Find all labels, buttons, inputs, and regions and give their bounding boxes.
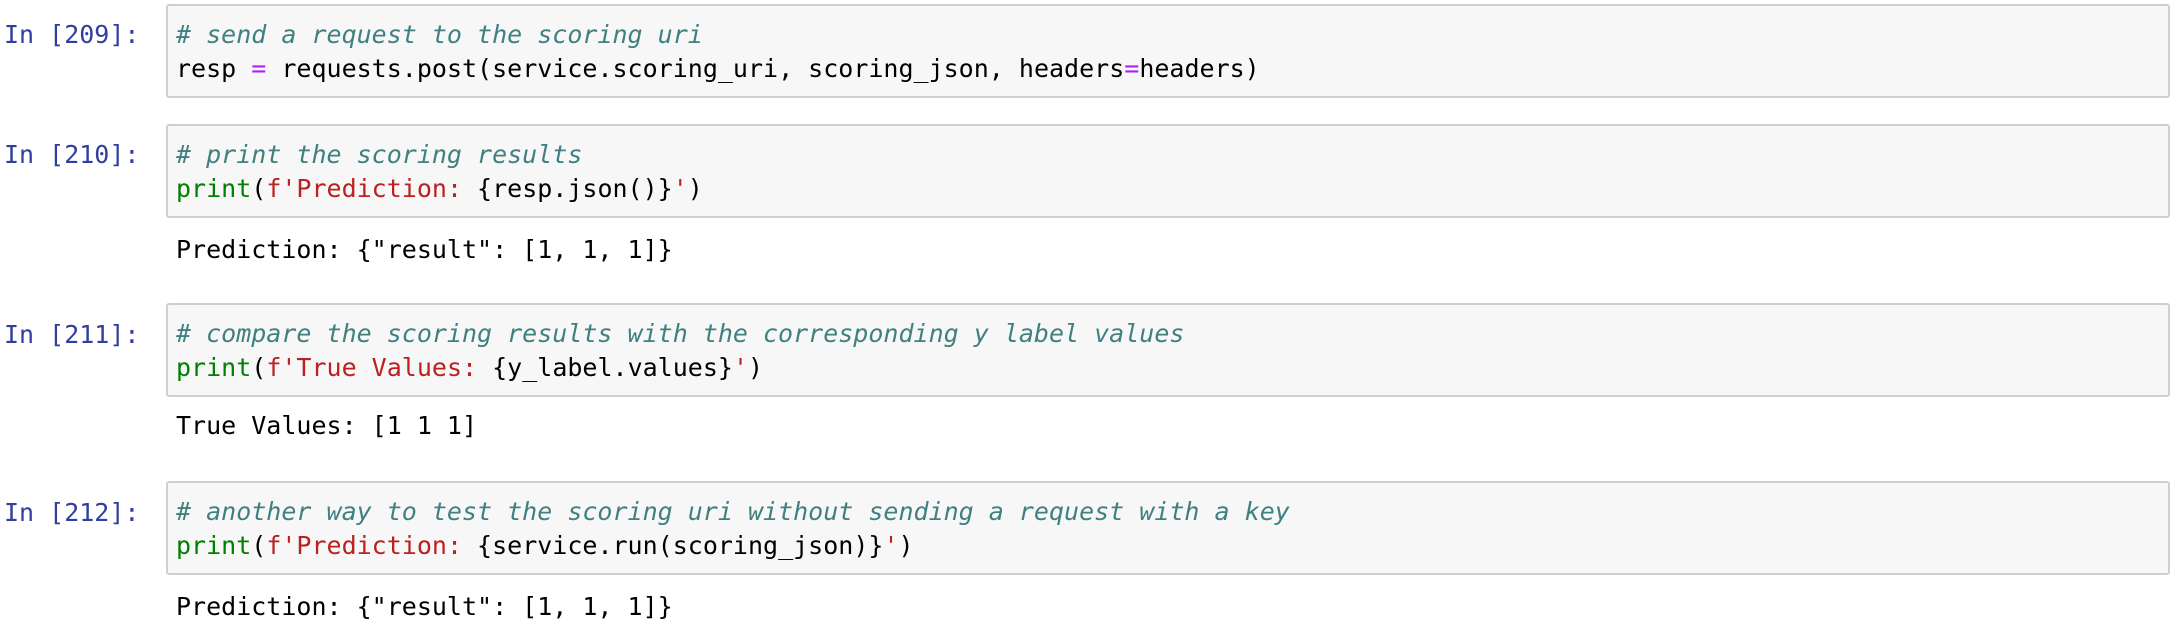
cell-output: Prediction: {"result": [1, 1, 1]}	[176, 592, 673, 621]
builtin-function: print	[176, 174, 252, 203]
code-input-area[interactable]: # print the scoring results print(f'Pred…	[166, 124, 2170, 218]
builtin-function: print	[176, 353, 252, 382]
code-comment: # print the scoring results	[176, 140, 583, 169]
code-input-area[interactable]: # compare the scoring results with the c…	[166, 303, 2170, 397]
code-line: # compare the scoring results with the c…	[176, 317, 2168, 351]
input-prompt: In [212]:	[4, 498, 140, 527]
builtin-function: print	[176, 531, 252, 560]
code-comment: # send a request to the scoring uri	[176, 20, 703, 49]
code-text: )	[687, 174, 703, 203]
input-prompt: In [211]:	[4, 320, 140, 349]
code-text: requests.post(service.scoring_uri, scori…	[266, 54, 1125, 83]
code-operator: =	[251, 54, 267, 83]
code-operator: =	[1124, 54, 1140, 83]
string-literal: '	[672, 174, 688, 203]
code-line: # send a request to the scoring uri	[176, 18, 2168, 52]
string-literal: '	[732, 353, 748, 382]
code-text: (	[251, 174, 267, 203]
string-literal: f'Prediction:	[266, 531, 478, 560]
code-line: print(f'True Values: {y_label.values}')	[176, 351, 2168, 385]
code-text: )	[748, 353, 764, 382]
input-prompt: In [209]:	[4, 20, 140, 49]
code-line: print(f'Prediction: {service.run(scoring…	[176, 529, 2168, 563]
string-literal: f'Prediction:	[266, 174, 478, 203]
code-text: (	[251, 531, 267, 560]
code-text: resp	[176, 54, 252, 83]
string-literal: '	[883, 531, 899, 560]
code-comment: # compare the scoring results with the c…	[176, 319, 1185, 348]
code-line: # another way to test the scoring uri wi…	[176, 495, 2168, 529]
input-prompt: In [210]:	[4, 140, 140, 169]
code-text: {resp.json()}	[477, 174, 673, 203]
code-input-area[interactable]: # send a request to the scoring uri resp…	[166, 4, 2170, 98]
code-text: )	[898, 531, 914, 560]
code-text: headers)	[1139, 54, 1260, 83]
code-input-area[interactable]: # another way to test the scoring uri wi…	[166, 481, 2170, 575]
cell-output: Prediction: {"result": [1, 1, 1]}	[176, 235, 673, 264]
code-line: resp = requests.post(service.scoring_uri…	[176, 52, 2168, 86]
code-line: # print the scoring results	[176, 138, 2168, 172]
string-literal: f'True Values:	[266, 353, 493, 382]
code-comment: # another way to test the scoring uri wi…	[176, 497, 1290, 526]
code-text: (	[251, 353, 267, 382]
code-text: {service.run(scoring_json)}	[477, 531, 884, 560]
cell-output: True Values: [1 1 1]	[176, 411, 478, 440]
code-line: print(f'Prediction: {resp.json()}')	[176, 172, 2168, 206]
code-text: {y_label.values}	[492, 353, 733, 382]
